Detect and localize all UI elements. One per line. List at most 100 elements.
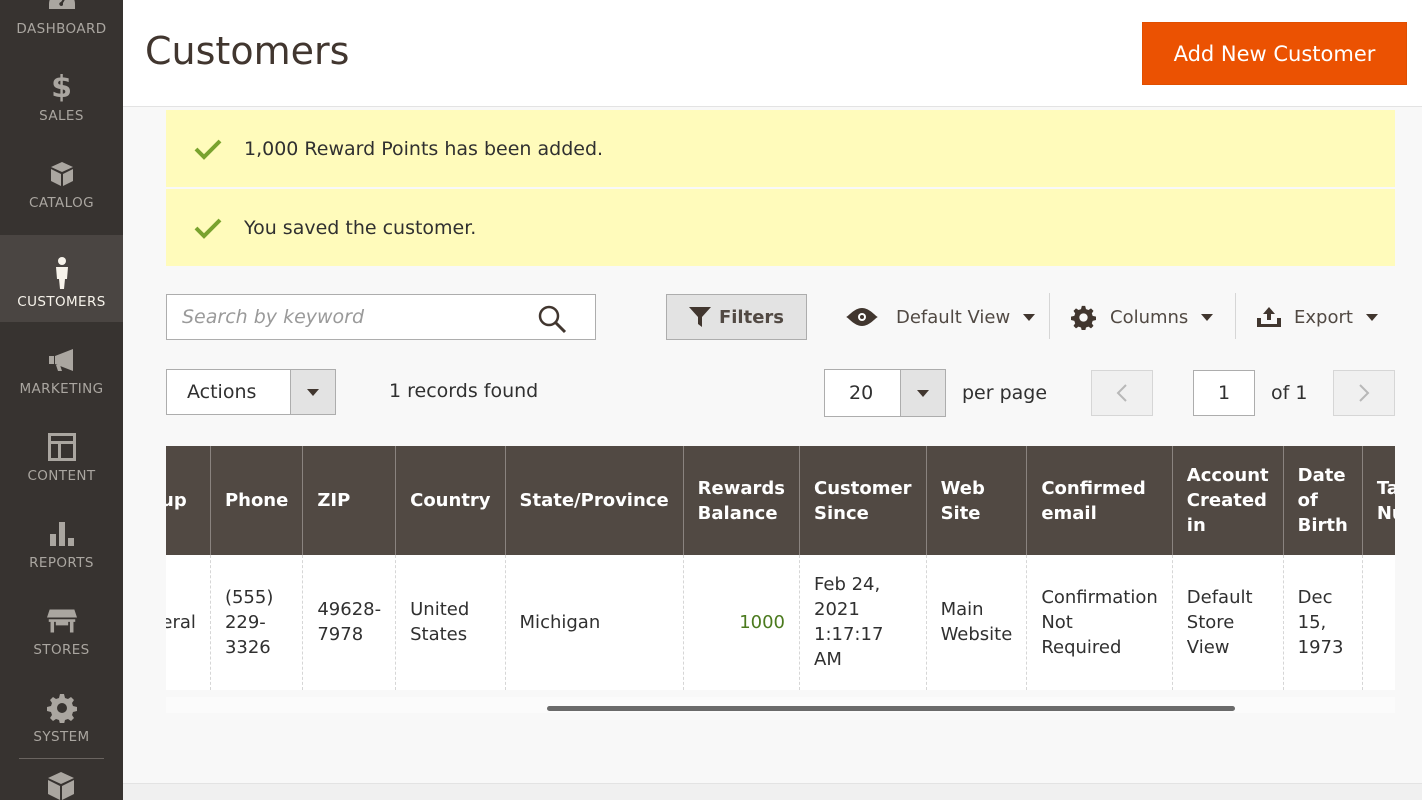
table-row[interactable]: General (555) 229-3326 49628-7978 United… bbox=[166, 555, 1395, 690]
cell-rewards-balance: 1000 bbox=[682, 555, 800, 690]
keyword-search bbox=[166, 294, 596, 340]
filter-icon bbox=[688, 307, 711, 327]
sidebar-item-stores[interactable]: STORES bbox=[0, 583, 123, 670]
sidebar-item-reports[interactable]: REPORTS bbox=[0, 496, 123, 583]
view-label: Default View bbox=[896, 306, 1011, 328]
mass-actions-dropdown[interactable]: Actions bbox=[166, 369, 336, 415]
storefront-icon bbox=[46, 606, 77, 636]
sidebar-item-catalog[interactable]: CATALOG bbox=[0, 136, 123, 223]
sidebar-item-label: SYSTEM bbox=[33, 729, 90, 745]
column-header-zip[interactable]: ZIP bbox=[302, 446, 396, 555]
chevron-down-icon bbox=[1365, 313, 1378, 321]
person-icon bbox=[47, 257, 77, 289]
dollar-icon: $ bbox=[51, 69, 72, 105]
records-count: 1 records found bbox=[389, 380, 539, 402]
success-message: You saved the customer. bbox=[166, 189, 1395, 266]
actions-label: Actions bbox=[187, 381, 257, 403]
sidebar-item-sales[interactable]: $ SALES bbox=[0, 49, 123, 136]
layout-icon bbox=[47, 432, 77, 462]
column-header-phone[interactable]: Phone bbox=[209, 446, 303, 555]
cell-zip: 49628-7978 bbox=[302, 555, 396, 690]
per-page-label: per page bbox=[962, 382, 1048, 404]
current-page-input[interactable] bbox=[1193, 370, 1255, 416]
next-page-button[interactable] bbox=[1333, 370, 1395, 416]
sidebar-item-dashboard[interactable]: DASHBOARD bbox=[0, 0, 123, 49]
chevron-down-icon bbox=[307, 388, 319, 396]
column-header-customer-since[interactable]: Customer Since bbox=[799, 446, 927, 555]
column-header-rewards-balance[interactable]: Rewards Balance bbox=[682, 446, 800, 555]
dashboard-icon bbox=[47, 0, 77, 15]
toolbar-divider bbox=[1235, 293, 1236, 339]
cell-date-of-birth: Dec 15, 1973 bbox=[1282, 555, 1363, 690]
cell-account-created-in: Default Store View bbox=[1171, 555, 1284, 690]
sidebar-item-label: SALES bbox=[39, 108, 84, 124]
column-header-group[interactable]: Group bbox=[166, 446, 211, 555]
gear-icon bbox=[46, 693, 77, 723]
message-text: You saved the customer. bbox=[244, 216, 477, 239]
sidebar-item-customers[interactable]: CUSTOMERS bbox=[0, 235, 123, 322]
box-icon bbox=[47, 159, 77, 189]
cell-web-site: Main Website bbox=[925, 555, 1027, 690]
messages-area: 1,000 Reward Points has been added. You … bbox=[166, 110, 1395, 268]
sidebar-divider bbox=[19, 758, 104, 759]
sidebar-item-label: STORES bbox=[33, 642, 90, 658]
eye-icon bbox=[846, 308, 878, 326]
column-header-account-created-in[interactable]: Account Created in bbox=[1171, 446, 1284, 555]
export-icon bbox=[1257, 307, 1281, 327]
chevron-right-icon bbox=[1359, 384, 1370, 402]
sidebar-item-label: CUSTOMERS bbox=[17, 294, 106, 310]
message-text: 1,000 Reward Points has been added. bbox=[244, 137, 604, 160]
customer-grid: Group Phone ZIP Country State/Province R… bbox=[166, 446, 1395, 690]
megaphone-icon bbox=[47, 345, 77, 375]
sidebar-item-content[interactable]: CONTENT bbox=[0, 409, 123, 496]
page-footer bbox=[123, 783, 1422, 800]
column-header-country[interactable]: Country bbox=[395, 446, 506, 555]
column-header-state[interactable]: State/Province bbox=[504, 446, 684, 555]
per-page-toggle[interactable] bbox=[900, 370, 945, 416]
export-label: Export bbox=[1294, 306, 1353, 328]
columns-dropdown[interactable]: Columns bbox=[1071, 294, 1214, 340]
horizontal-scrollbar-thumb[interactable] bbox=[547, 706, 1235, 711]
cell-country: United States bbox=[395, 555, 506, 690]
chevron-down-icon bbox=[1023, 313, 1036, 321]
chevron-left-icon bbox=[1116, 384, 1127, 402]
sidebar-item-label: CATALOG bbox=[29, 195, 94, 211]
gear-icon bbox=[1071, 305, 1096, 330]
page-title: Customers bbox=[145, 29, 350, 73]
check-icon bbox=[194, 218, 222, 239]
per-page-value: 20 bbox=[849, 382, 874, 404]
per-page-select[interactable]: 20 bbox=[824, 369, 946, 417]
cell-customer-since: Feb 24, 2021 1:17:17 AM bbox=[799, 555, 927, 690]
bar-chart-icon bbox=[47, 519, 77, 549]
success-message: 1,000 Reward Points has been added. bbox=[166, 110, 1395, 187]
add-new-customer-button[interactable]: Add New Customer bbox=[1142, 22, 1407, 85]
column-header-tax-vat[interactable]: Tax VAT Number bbox=[1361, 446, 1395, 555]
filters-button[interactable]: Filters bbox=[666, 294, 807, 340]
column-header-date-of-birth[interactable]: Date of Birth bbox=[1282, 446, 1363, 555]
sidebar-item-marketing[interactable]: MARKETING bbox=[0, 322, 123, 409]
cell-confirmed-email: Confirmation Not Required bbox=[1026, 555, 1173, 690]
search-icon[interactable] bbox=[537, 304, 567, 334]
table-header-row: Group Phone ZIP Country State/Province R… bbox=[166, 446, 1395, 555]
sidebar-item-label: MARKETING bbox=[19, 381, 104, 397]
cell-state: Michigan bbox=[504, 555, 684, 690]
toolbar-divider bbox=[1049, 293, 1050, 339]
sidebar-item-label: DASHBOARD bbox=[16, 21, 107, 37]
page-header: Customers Add New Customer bbox=[123, 0, 1422, 107]
total-pages: of 1 bbox=[1271, 382, 1308, 404]
previous-page-button[interactable] bbox=[1091, 370, 1153, 416]
view-dropdown[interactable]: Default View bbox=[845, 294, 1036, 340]
actions-toggle[interactable] bbox=[290, 370, 335, 414]
export-dropdown[interactable]: Export bbox=[1256, 294, 1378, 340]
cell-phone: (555) 229-3326 bbox=[209, 555, 303, 690]
admin-sidebar: DASHBOARD $ SALES CATALOG CUSTOMERS MARK… bbox=[0, 0, 123, 800]
filters-label: Filters bbox=[718, 306, 785, 328]
chevron-down-icon bbox=[1201, 313, 1214, 321]
sidebar-item-system[interactable]: SYSTEM bbox=[0, 670, 123, 757]
column-header-confirmed-email[interactable]: Confirmed email bbox=[1026, 446, 1173, 555]
cell-tax-vat bbox=[1361, 555, 1395, 690]
customer-table: Group Phone ZIP Country State/Province R… bbox=[166, 446, 1395, 690]
extensions-icon[interactable] bbox=[46, 772, 76, 800]
column-header-web-site[interactable]: Web Site bbox=[925, 446, 1027, 555]
search-input[interactable] bbox=[182, 306, 522, 328]
